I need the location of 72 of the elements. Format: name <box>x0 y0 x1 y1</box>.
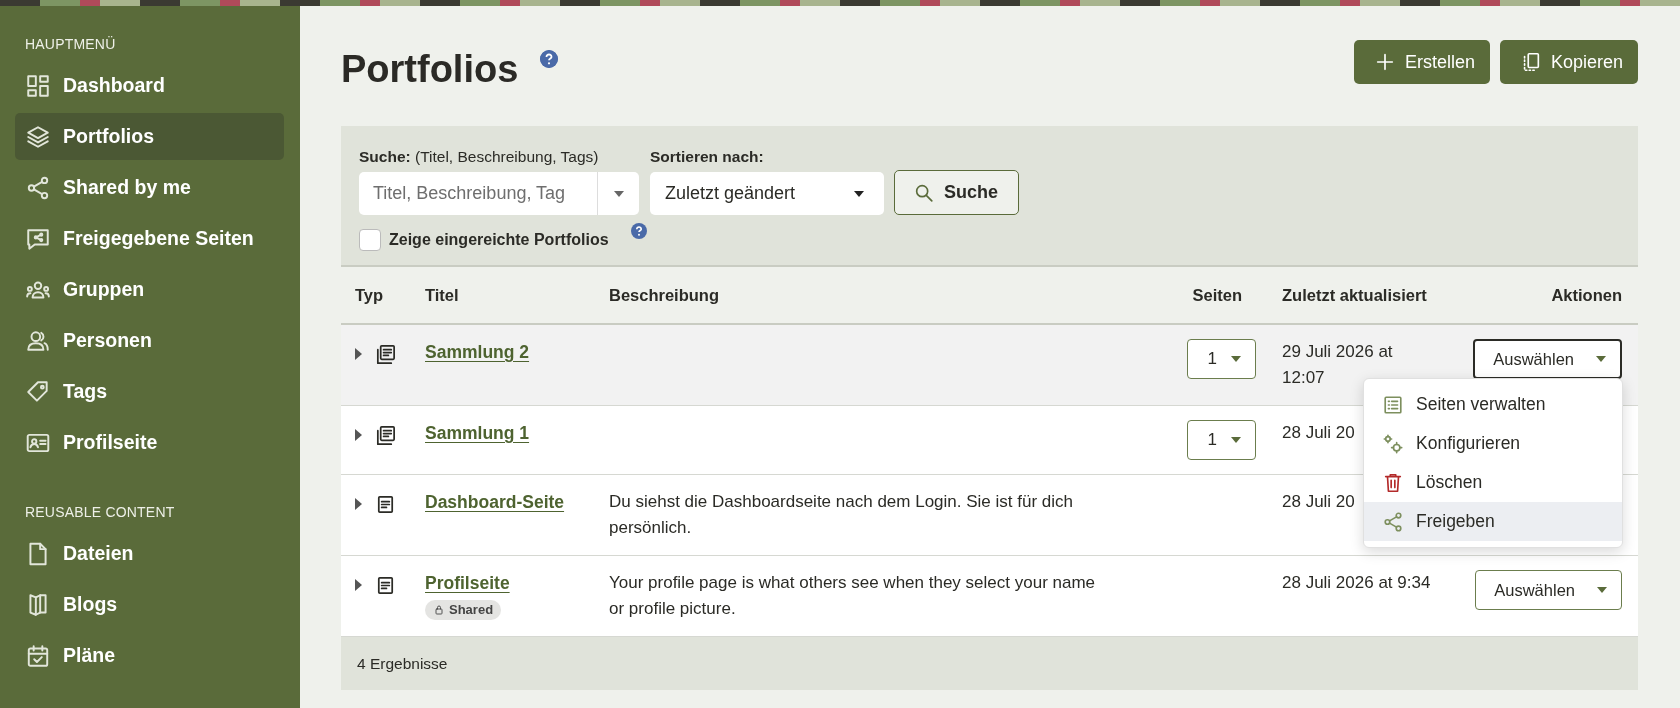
shared-tag: Shared <box>425 600 502 620</box>
caret-icon <box>613 190 624 197</box>
result-count: 4 Ergebnisse <box>357 654 448 673</box>
sidebar-item[interactable]: Tags <box>15 368 284 415</box>
caret-icon <box>1597 587 1607 593</box>
sort-label: Sortieren nach: <box>650 148 765 166</box>
help-icon[interactable] <box>630 223 647 239</box>
section-heading: REUSABLE CONTENT <box>24 504 175 520</box>
select-dropdown[interactable]: Auswählen <box>1475 570 1622 610</box>
sidebar-item[interactable]: Dateien <box>15 530 284 577</box>
stacked-pages-icon <box>374 343 397 366</box>
pages-dropdown[interactable]: 1 <box>1186 420 1256 460</box>
description-text: Your profile page is what others see when they select your name or profile picture. <box>609 573 1096 618</box>
menu-item[interactable]: Konfigurieren <box>1364 424 1622 463</box>
search-field[interactable]: Titel, Beschreibung, Tag <box>359 172 597 215</box>
title-link[interactable]: Sammlung 1 <box>425 420 530 446</box>
pages-dropdown[interactable]: 1 <box>1186 339 1256 379</box>
date-text: 28 Juli 20 <box>1282 492 1355 511</box>
expand-caret-icon[interactable] <box>355 579 362 591</box>
list-icon <box>1382 393 1404 416</box>
menu-item[interactable]: Freigeben <box>1364 502 1622 541</box>
caret-icon <box>1596 356 1606 362</box>
expand-caret-icon[interactable] <box>355 348 362 360</box>
column-header: Beschreibung <box>609 285 721 305</box>
share-icon <box>1382 510 1404 533</box>
create-button[interactable]: Erstellen <box>1353 40 1490 84</box>
sidebar-item[interactable]: Pläne <box>15 632 284 679</box>
checkbox-label: Zeige eingereichte Portfolios <box>389 231 609 249</box>
sidebar-item[interactable]: Dashboard <box>15 62 284 109</box>
expand-caret-icon[interactable] <box>355 429 362 441</box>
column-header: Seiten <box>1192 285 1243 305</box>
sidebar-item[interactable]: Gruppen <box>15 266 284 313</box>
sort-dropdown[interactable]: Zuletzt geändert <box>650 172 884 215</box>
trash-icon <box>1382 471 1404 494</box>
sidebar-item[interactable]: Blogs <box>15 581 284 628</box>
select-dropdown[interactable]: Auswählen <box>1473 339 1622 379</box>
copy-button[interactable]: Kopieren <box>1499 40 1638 84</box>
help-icon[interactable] <box>540 50 559 68</box>
share-icon <box>25 174 51 201</box>
date-text: 28 Juli 2026 at 9:34 <box>1282 573 1431 592</box>
tag-icon <box>25 378 51 405</box>
date-text: 29 Juli 2026 at 12:07 <box>1282 342 1393 387</box>
table-row[interactable]: Profilseite Shared Your profile page is what others see when they select your name or profile picture. 28 Juli 2026 at 9:34 Auswählen <box>341 556 1638 637</box>
calendar-icon <box>25 642 51 669</box>
column-header: Typ <box>355 285 385 305</box>
column-header: Aktionen <box>1551 285 1622 305</box>
caret-icon <box>854 190 864 197</box>
checkbox[interactable] <box>359 229 381 251</box>
search-label: Suche: (Titel, Beschreibung, Tags) <box>359 148 600 166</box>
gears-icon <box>1382 432 1404 455</box>
page-title: Portfolios <box>341 50 519 88</box>
sidebar-item[interactable]: Shared by me <box>15 164 284 211</box>
caret-icon <box>1231 437 1241 443</box>
stacked-pages-icon <box>374 424 397 447</box>
section-heading: HAUPTMENÜ <box>24 36 116 52</box>
column-header: Titel <box>425 285 460 305</box>
date-text: 28 Juli 20 <box>1282 423 1355 442</box>
caret-icon <box>1231 356 1241 362</box>
description-text: Du siehst die Dashboardseite nach dem Login. Sie ist für dich persönlich. <box>609 492 1073 537</box>
grid-icon <box>25 72 51 99</box>
sidebar-item[interactable]: Personen <box>15 317 284 364</box>
title-link[interactable]: Sammlung 2 <box>425 339 530 365</box>
title-link[interactable]: Profilseite <box>425 570 510 596</box>
column-header: Zuletzt aktualisiert <box>1281 285 1428 305</box>
title-link[interactable]: Dashboard-Seite <box>425 489 565 515</box>
sidebar-item[interactable]: Portfolios <box>15 113 284 160</box>
sidebar-item[interactable]: Freigegebene Seiten <box>15 215 284 262</box>
expand-caret-icon[interactable] <box>355 498 362 510</box>
lock-icon <box>433 604 445 616</box>
layers-icon <box>25 123 51 150</box>
search-button[interactable]: Suche <box>894 170 1020 215</box>
sidebar-item[interactable]: Profilseite <box>15 419 284 466</box>
